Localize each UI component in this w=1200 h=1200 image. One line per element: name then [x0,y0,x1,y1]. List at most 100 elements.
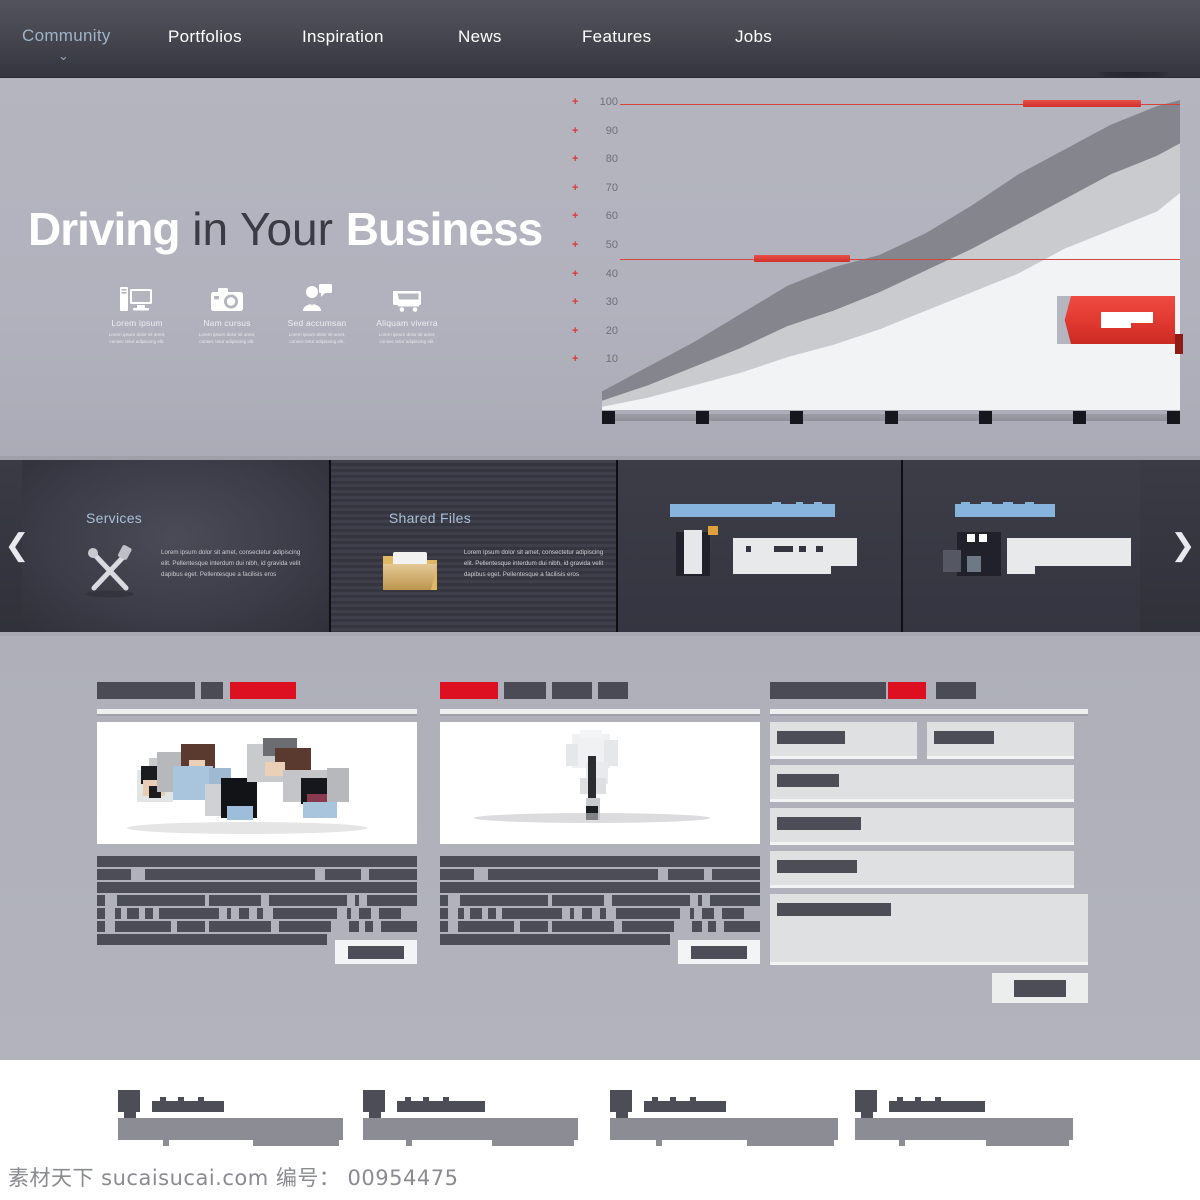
card-body-line [702,908,714,919]
card-body-line [668,869,704,880]
pixelated-lightbulb-photo [440,722,760,844]
card-body-line [349,921,359,932]
email-field[interactable] [927,722,1074,756]
nav-item-inspiration[interactable]: Inspiration [302,27,384,47]
footer-body-block [253,1136,339,1146]
website-field-placeholder [777,860,857,873]
chart-tick-marker: + [572,324,579,337]
chart-reference-line-50 [620,259,1180,260]
card-body-line [440,921,448,932]
card-body-line [127,908,139,919]
feature-carousel[interactable]: Services Lorem ipsum dolor sit amet, con… [0,456,1200,636]
carousel-card-3[interactable] [617,460,904,632]
carousel-next-button[interactable]: ❯ [1170,531,1196,562]
form-submit-button[interactable] [992,973,1088,1003]
carousel-card-services[interactable]: Services Lorem ipsum dolor sit amet, con… [22,460,331,632]
email-field-placeholder [934,731,994,744]
card-heading-segment [230,682,296,699]
nav-item-news[interactable]: News [458,27,502,47]
card-body-line [269,895,347,906]
chart-x-tick-4 [884,411,898,424]
carousel-prev-button[interactable]: ❮ [4,531,30,562]
title-pixel [1025,502,1035,508]
card-body-line [367,895,417,906]
footer-body-block [986,1136,1069,1146]
card-heading-redacted [97,682,417,700]
footer-heading-block [405,1097,411,1103]
carousel-card-body-redacted [732,538,857,566]
nav-item-jobs[interactable]: Jobs [735,27,772,47]
title-pixel [795,502,803,508]
card-read-more-button[interactable] [335,940,417,964]
card-body-line [708,921,716,932]
name-field[interactable] [770,722,917,756]
card-body-line [369,869,417,880]
card-body-line [279,921,331,932]
nav-item-features[interactable]: Features [582,27,652,47]
hero-feature-2[interactable]: Nam cursus Lorem ipsum dolor sit amet, co… [182,278,272,345]
card-read-more-button[interactable] [678,940,760,964]
card-body-line [239,908,249,919]
hero-feature-label: Sed accumsan [287,318,347,328]
footer-heading-block [897,1097,903,1103]
card-body-line [97,869,131,880]
website-field[interactable] [770,851,1074,885]
content-card-contact-form [770,682,1088,1005]
hero-feature-3[interactable]: Sed accumsan Lorem ipsum dolor sit amet, … [272,278,362,345]
pixelated-icon [683,530,702,574]
nav-item-community[interactable]: Community [22,26,111,46]
card-heading-segment [201,682,223,699]
chart-x-tick-2 [696,411,710,424]
card-heading-redacted [770,682,1088,700]
chart-tick-marker: + [572,267,579,280]
chart-tick-marker: + [572,124,579,137]
chart-area-series [602,100,1180,410]
card-button-label-redacted [691,945,747,959]
nav-item-portfolios[interactable]: Portfolios [168,27,242,47]
chart-tick-marker: + [572,296,579,309]
page-title-part-3: Business [345,203,544,255]
card-body-line [458,908,464,919]
card-body-line [520,921,548,932]
card-button-label-redacted [348,945,404,959]
card-body-line [690,908,694,919]
card-body-line [257,908,263,919]
hero-feature-4[interactable]: Aliquam viverra Lorem ipsum dolor sit ame… [362,278,452,345]
message-field[interactable] [770,894,1088,962]
card-body-line [710,895,760,906]
chart-x-tick-6 [1072,411,1086,424]
card-body-line [440,895,448,906]
chart-tick-marker: + [572,181,579,194]
top-navigation-bar: Community ⌄ Portfolios Inspiration News Featu… [0,0,1200,84]
carousel-card-body: Lorem ipsum dolor sit amet, consectetur … [161,549,301,578]
card-heading-redacted [440,682,760,700]
hero-feature-description: Lorem ipsum dolor sit amet, consec tetur… [288,332,346,345]
footer-body-block [163,1140,169,1146]
chart-tick-marker: + [572,96,579,108]
card-body-line [458,921,514,932]
pixelated-icon [979,534,988,542]
chart-tick-marker: + [572,210,579,223]
phone-field[interactable] [770,808,1074,842]
carousel-card-shared-files[interactable]: Shared Files Lorem ipsum dolor sit amet,… [330,460,618,632]
hero-feature-1[interactable]: Lorem ipsum Lorem ipsum dolor sit amet, c… [92,278,182,345]
chevron-down-icon[interactable]: ⌄ [58,49,69,62]
card-heading-segment [770,682,886,699]
card-image-lightbulb [440,722,760,844]
nav-items-container: Community ⌄ Portfolios Inspiration News Featu… [0,0,1200,78]
card-body-line [712,869,760,880]
footer-heading-block [616,1094,628,1118]
carousel-card-title-redacted [669,504,835,517]
card-image-people [97,722,417,844]
card-body-line [502,908,562,919]
card-heading-segment [97,682,195,699]
card-body-line [440,856,760,867]
footer-body-block [406,1140,412,1146]
title-pixel [981,502,993,508]
card-body-line [616,908,680,919]
footer-heading-block [652,1097,658,1103]
hero-area-chart: +100 +90 +80 +70 +60 +50 +40 +30 +20 +10 [570,96,1183,436]
subject-field[interactable] [770,765,1074,799]
card-heading-segment [936,682,976,699]
footer-heading-block [690,1097,696,1103]
